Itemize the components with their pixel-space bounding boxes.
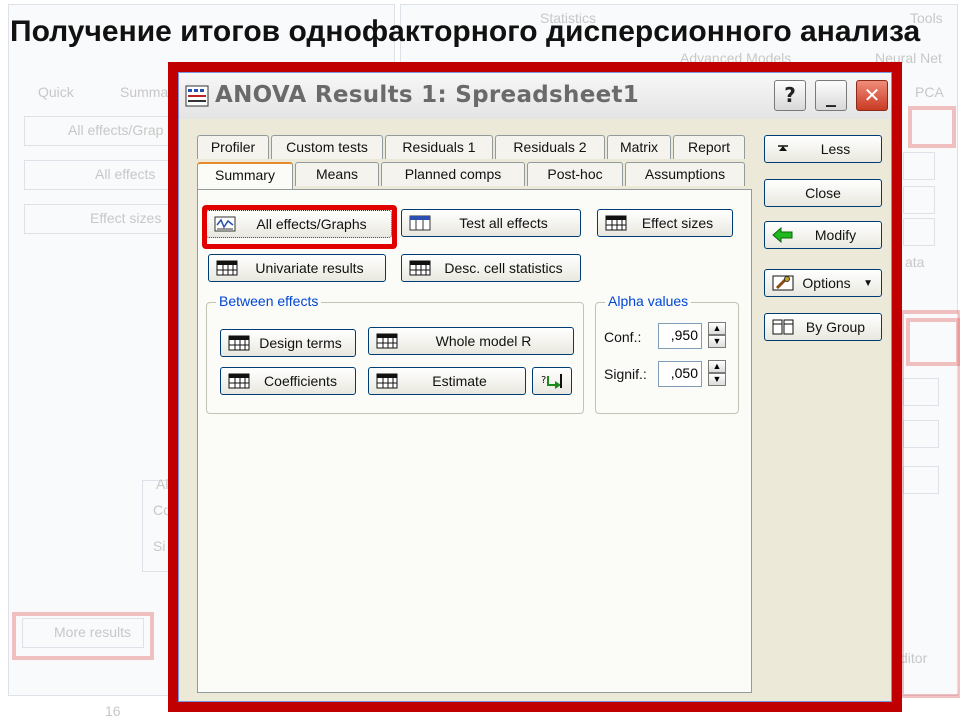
tab-profiler[interactable]: Profiler	[197, 135, 269, 159]
design-terms-label: Design terms	[259, 335, 342, 351]
univariate-results-label: Univariate results	[255, 260, 364, 276]
by-group-button[interactable]: By Group	[764, 313, 882, 341]
desc-cell-statistics-button[interactable]: Desc. cell statistics	[401, 254, 581, 282]
spreadsheet-icon	[605, 215, 627, 231]
tab-matrix[interactable]: Matrix	[607, 135, 671, 159]
signif-label: Signif.:	[604, 366, 647, 382]
bg-row-si: Si	[153, 538, 166, 554]
bg-data-label: ata	[905, 254, 925, 270]
options-button[interactable]: Options ▼	[764, 269, 882, 297]
help-button[interactable]: ?	[774, 80, 806, 111]
options-dropdown-icon: ▼	[863, 277, 873, 289]
spinner-down-icon[interactable]: ▼	[708, 335, 726, 348]
bg-right-panel-outline	[900, 310, 960, 698]
variable-select-button[interactable]: ?	[532, 367, 572, 395]
univariate-results-button[interactable]: Univariate results	[208, 254, 386, 282]
conf-label: Conf.:	[604, 329, 642, 345]
spreadsheet-icon	[409, 260, 431, 276]
options-label: Options	[802, 275, 851, 291]
spinner-up-icon[interactable]: ▲	[708, 360, 726, 373]
spreadsheet-icon	[376, 373, 398, 389]
modify-label: Modify	[814, 227, 857, 243]
whole-model-r-button[interactable]: Whole model R	[368, 327, 574, 355]
tab-planned-comps[interactable]: Planned comps	[381, 162, 525, 186]
bg-pca: PCA	[915, 84, 944, 100]
test-all-effects-button[interactable]: Test all effects	[401, 209, 581, 237]
spinner-up-icon[interactable]: ▲	[708, 322, 726, 335]
tab-summary[interactable]: Summary	[197, 162, 293, 189]
coefficients-label: Coefficients	[264, 373, 337, 389]
bg-more-results-highlight	[12, 612, 154, 660]
bg-field-1	[903, 152, 935, 180]
bg-item-2-label: All effects	[95, 166, 156, 182]
tab-post-hoc[interactable]: Post-hoc	[527, 162, 623, 186]
desc-cell-statistics-label: Desc. cell statistics	[444, 260, 563, 276]
by-group-icon	[772, 319, 794, 335]
bg-item-3-label: Effect sizes	[90, 210, 162, 226]
spreadsheet-icon	[228, 373, 250, 389]
tab-report[interactable]: Report	[673, 135, 745, 159]
signif-spinner[interactable]: ▲ ▼	[708, 360, 726, 388]
coefficients-button[interactable]: Coefficients	[220, 367, 356, 395]
bg-row-number: 16	[105, 703, 121, 719]
alpha-values-label: Alpha values	[605, 293, 692, 309]
spreadsheet-icon	[228, 335, 250, 351]
bg-close-box-1	[908, 106, 956, 148]
spreadsheet-icon	[376, 333, 398, 349]
variable-select-icon: ?	[541, 374, 562, 389]
close-label: Close	[805, 185, 841, 201]
test-all-effects-label: Test all effects	[459, 215, 548, 231]
bg-tab-summary: Summa	[120, 84, 169, 100]
back-arrow-icon	[772, 227, 793, 243]
less-button[interactable]: Less	[764, 135, 882, 163]
conf-spinner[interactable]: ▲ ▼	[708, 322, 726, 350]
bg-field-2	[903, 186, 935, 214]
options-icon	[772, 275, 794, 291]
bg-field-3	[903, 218, 935, 246]
close-button[interactable]: Close	[764, 179, 882, 207]
conf-value-field[interactable]: ,950	[658, 323, 702, 349]
dialog-titlebar[interactable]: ANOVA Results 1: Spreadsheet1 ? _ ✕	[179, 73, 891, 119]
all-effects-red-highlight	[202, 205, 397, 249]
spreadsheet-icon	[216, 260, 238, 276]
tab-assumptions[interactable]: Assumptions	[625, 162, 745, 186]
less-label: Less	[820, 141, 851, 157]
anova-results-dialog: ANOVA Results 1: Spreadsheet1 ? _ ✕ Prof…	[178, 72, 892, 702]
whole-model-r-label: Whole model R	[435, 333, 532, 349]
between-effects-label: Between effects	[216, 293, 322, 309]
tab-custom-tests[interactable]: Custom tests	[271, 135, 383, 159]
estimate-label: Estimate	[432, 373, 487, 389]
effect-sizes-label: Effect sizes	[641, 215, 714, 231]
slide-title: Получение итогов однофакторного дисперси…	[10, 15, 921, 48]
svg-text:?: ?	[541, 375, 546, 386]
tab-residuals-1[interactable]: Residuals 1	[385, 135, 493, 159]
spinner-down-icon[interactable]: ▼	[708, 373, 726, 386]
between-effects-group	[206, 302, 584, 414]
minimize-button[interactable]: _	[815, 80, 847, 111]
test-effects-icon	[409, 215, 431, 231]
bg-item-1-label: All effects/Grap	[68, 122, 164, 138]
alpha-values-group	[595, 302, 739, 414]
anova-app-icon	[185, 85, 209, 107]
tab-residuals-2[interactable]: Residuals 2	[495, 135, 605, 159]
bg-tab-quick: Quick	[38, 84, 74, 100]
close-window-button[interactable]: ✕	[856, 80, 888, 111]
by-group-label: By Group	[805, 319, 866, 335]
effect-sizes-button[interactable]: Effect sizes	[597, 209, 733, 237]
signif-value-field[interactable]: ,050	[658, 361, 702, 387]
collapse-icon	[778, 145, 788, 151]
bg-group-label: Al	[156, 476, 169, 492]
design-terms-button[interactable]: Design terms	[220, 329, 356, 357]
estimate-button[interactable]: Estimate	[368, 367, 526, 395]
modify-button[interactable]: Modify	[764, 221, 882, 249]
dialog-title: ANOVA Results 1: Spreadsheet1	[215, 82, 640, 108]
tab-means[interactable]: Means	[295, 162, 379, 186]
